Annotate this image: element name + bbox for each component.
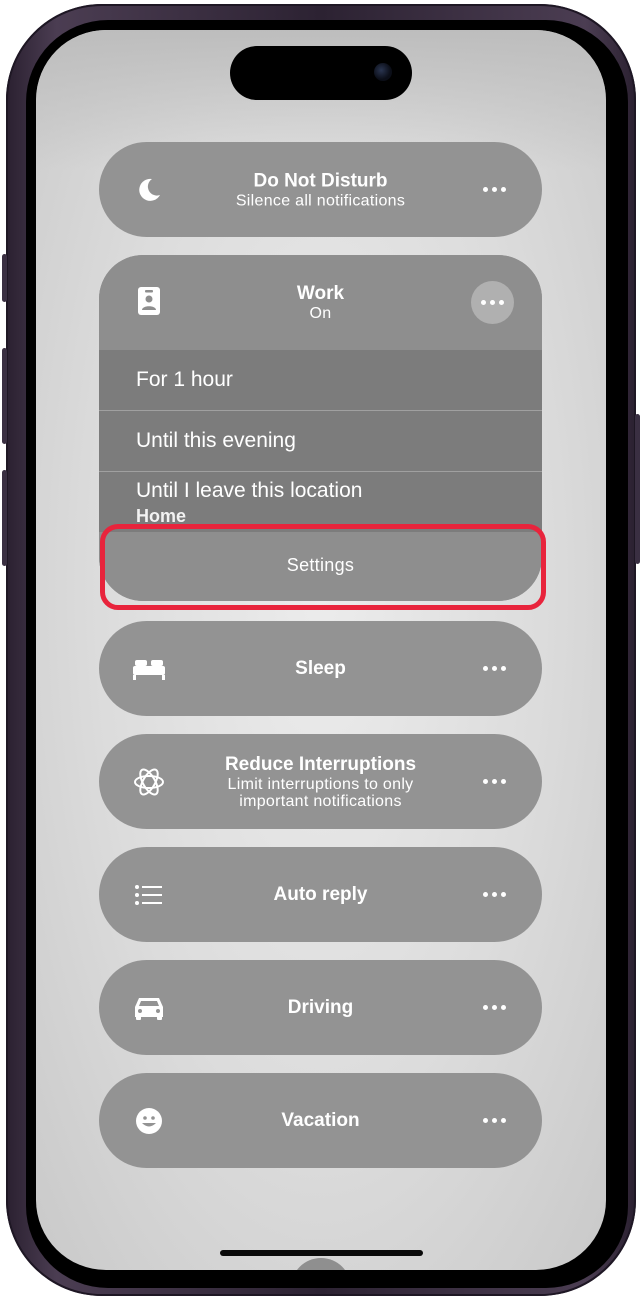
ellipsis-icon[interactable]: [478, 770, 510, 794]
focus-subtitle: important notifications: [239, 792, 402, 810]
atom-icon: [131, 764, 167, 800]
car-icon: [131, 990, 167, 1026]
ellipsis-icon[interactable]: [478, 1109, 510, 1133]
option-for-1-hour[interactable]: For 1 hour: [99, 350, 542, 410]
focus-driving[interactable]: Driving: [99, 960, 542, 1055]
focus-do-not-disturb[interactable]: Do Not Disturb Silence all notifications: [99, 142, 542, 237]
camera-icon: [374, 63, 392, 81]
partial-focus-item: [291, 1258, 351, 1270]
option-location: Home: [136, 506, 187, 526]
dynamic-island: [230, 46, 412, 100]
focus-vacation[interactable]: Vacation: [99, 1073, 542, 1168]
focus-label: Work On: [189, 283, 452, 322]
focus-label: Do Not Disturb Silence all notifications: [189, 170, 452, 209]
focus-title: Reduce Interruptions: [224, 753, 417, 775]
id-badge-icon: [131, 283, 167, 319]
settings-label: Settings: [286, 555, 355, 575]
focus-title: Work: [296, 283, 345, 304]
option-label: Until this evening: [136, 429, 296, 452]
focus-title: Sleep: [295, 657, 346, 679]
volume-up-button: [2, 348, 7, 444]
bed-icon: [131, 651, 167, 687]
volume-down-button: [2, 470, 7, 566]
moon-icon: [131, 172, 167, 208]
ellipsis-icon[interactable]: [471, 281, 514, 324]
focus-auto-reply[interactable]: Auto reply: [99, 847, 542, 942]
focus-subtitle: Limit interruptions to only: [227, 775, 414, 793]
focus-status: On: [309, 305, 332, 322]
settings-button[interactable]: Settings: [99, 532, 542, 601]
screen: Do Not Disturb Silence all notifications…: [36, 30, 606, 1270]
focus-title: Auto reply: [273, 883, 368, 905]
focus-label: Driving: [189, 997, 452, 1019]
home-indicator[interactable]: [220, 1250, 423, 1256]
side-button: [635, 414, 640, 564]
focus-subtitle: Silence all notifications: [235, 192, 406, 209]
focus-label: Vacation: [189, 1110, 452, 1132]
focus-work[interactable]: Work On: [99, 255, 542, 350]
ellipsis-icon[interactable]: [478, 657, 510, 681]
option-label: For 1 hour: [136, 368, 233, 391]
focus-reduce-interruptions[interactable]: Reduce Interruptions Limit interruptions…: [99, 734, 542, 829]
option-until-this-evening[interactable]: Until this evening: [99, 411, 542, 471]
focus-label: Reduce Interruptions Limit interruptions…: [189, 754, 452, 810]
focus-label: Sleep: [189, 658, 452, 680]
focus-title: Do Not Disturb: [253, 170, 388, 191]
focus-sleep[interactable]: Sleep: [99, 621, 542, 716]
ellipsis-icon[interactable]: [478, 996, 510, 1020]
focus-title: Driving: [287, 996, 354, 1018]
focus-label: Auto reply: [189, 884, 452, 906]
list-icon: [131, 877, 167, 913]
focus-title: Vacation: [281, 1109, 360, 1131]
smiley-icon: [131, 1103, 167, 1139]
ellipsis-icon[interactable]: [478, 178, 510, 202]
ellipsis-icon[interactable]: [478, 883, 510, 907]
action-button: [2, 254, 7, 302]
option-label: Until I leave this location: [136, 479, 363, 502]
focus-work-card: Work On For 1 hour Until this evening Un…: [99, 255, 542, 601]
option-until-i-leave-location[interactable]: Until I leave this location Home: [99, 472, 542, 532]
